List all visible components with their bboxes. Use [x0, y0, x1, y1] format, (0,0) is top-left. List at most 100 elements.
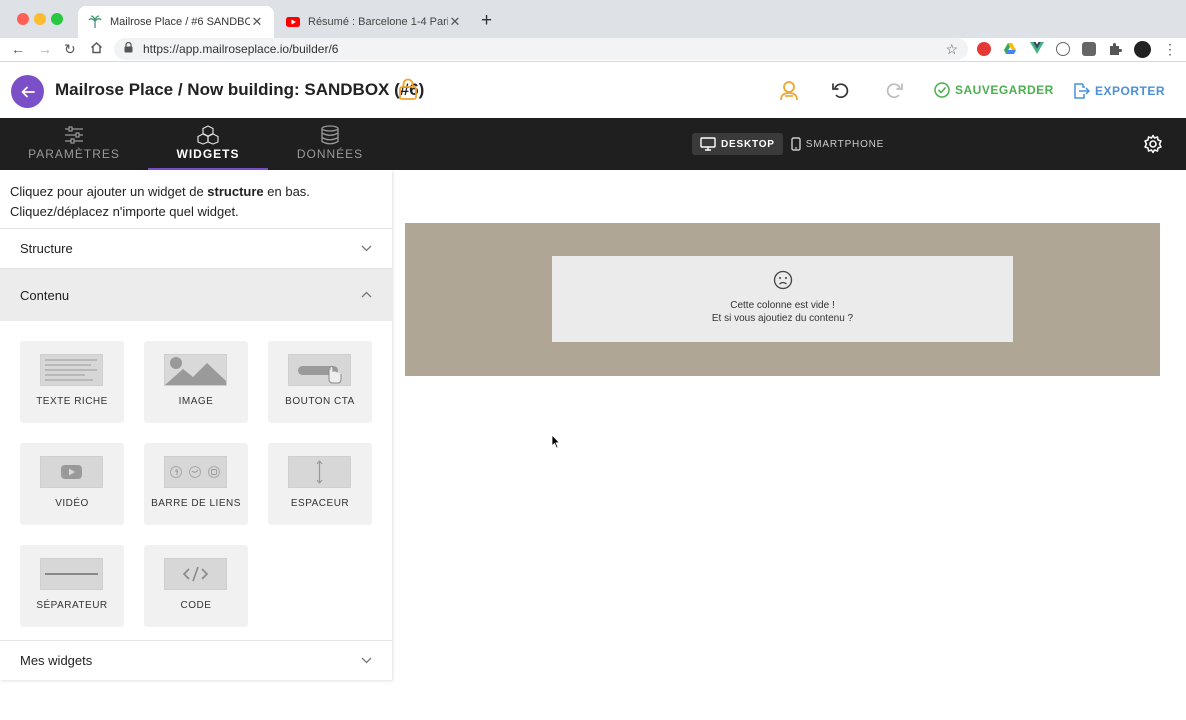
export-file-icon — [1074, 83, 1090, 99]
tab-title: Résumé : Barcelone 1-4 Paris S — [308, 16, 448, 28]
widget-label: BOUTON CTA — [285, 396, 355, 407]
redo-icon[interactable] — [885, 82, 903, 104]
widget-label: ESPACEUR — [290, 498, 350, 509]
empty-column[interactable]: Cette colonne est vide ! Et si vous ajou… — [552, 256, 1013, 342]
video-thumbnail-icon — [40, 456, 103, 488]
sad-face-icon — [552, 270, 1013, 294]
forward-arrow-icon[interactable]: → — [38, 41, 52, 57]
padlock-icon[interactable] — [398, 78, 418, 105]
mouse-pointer-icon — [551, 434, 561, 454]
tab-donnees[interactable]: DONNÉES — [270, 118, 390, 170]
lock-icon — [124, 41, 136, 56]
widget-code[interactable]: CODE — [144, 545, 248, 626]
accordion-label: Structure — [20, 241, 73, 256]
widget-label: BARRE DE LIENS — [151, 498, 241, 509]
collaborator-icon[interactable] — [779, 79, 799, 106]
back-button[interactable] — [11, 75, 44, 108]
social-links-thumbnail-icon — [164, 456, 227, 488]
sliders-icon — [14, 125, 134, 145]
app-header: Mailrose Place / Now building: SANDBOX (… — [0, 62, 1186, 118]
monitor-icon — [700, 137, 716, 151]
browser-tab-mailrose[interactable]: Mailrose Place / #6 SANDBOX ✕ — [78, 6, 274, 38]
chevron-down-icon — [361, 243, 372, 255]
tab-label: DONNÉES — [296, 147, 364, 161]
tab-parametres[interactable]: PARAMÈTRES — [14, 118, 134, 170]
database-icon — [270, 125, 390, 145]
save-button[interactable]: SAUVEGARDER — [934, 82, 1054, 98]
page-title: Mailrose Place / Now building: SANDBOX (… — [55, 80, 425, 99]
separator-thumbnail-icon — [40, 558, 103, 590]
back-arrow-icon[interactable]: ← — [11, 41, 25, 57]
extension-box-icon[interactable] — [1082, 42, 1096, 56]
cta-button-thumbnail-icon — [288, 354, 351, 386]
puzzle-extensions-icon[interactable] — [1108, 42, 1122, 56]
rich-text-thumbnail-icon — [40, 354, 103, 386]
widget-barre-de-liens[interactable]: BARRE DE LIENS — [144, 443, 248, 524]
maximize-window-button[interactable] — [51, 13, 63, 25]
code-thumbnail-icon — [164, 558, 227, 590]
desktop-button[interactable]: DESKTOP — [692, 133, 783, 155]
chevron-down-icon — [361, 655, 372, 667]
export-button[interactable]: EXPORTER — [1072, 82, 1165, 100]
minimize-window-button[interactable] — [34, 13, 46, 25]
close-tab-icon[interactable]: ✕ — [448, 14, 462, 30]
gear-icon[interactable] — [1143, 134, 1163, 159]
widget-label: SÉPARATEUR — [36, 600, 108, 611]
url-text: https://app.mailroseplace.io/builder/6 — [143, 42, 339, 56]
close-window-button[interactable] — [17, 13, 29, 25]
widget-label: TEXTE RICHE — [36, 396, 108, 407]
accordion-contenu[interactable]: Contenu — [0, 269, 392, 321]
widget-video[interactable]: VIDÉO — [20, 443, 124, 524]
bookmark-star-icon[interactable]: ☆ — [945, 41, 958, 58]
smartphone-icon — [791, 137, 801, 151]
widget-image[interactable]: IMAGE — [144, 341, 248, 422]
undo-icon[interactable] — [832, 82, 850, 104]
instruction-line-2: Cliquez/déplacez n'importe quel widget. — [10, 204, 239, 219]
cubes-icon — [148, 125, 268, 145]
widget-separateur[interactable]: SÉPARATEUR — [20, 545, 124, 626]
home-icon[interactable] — [90, 41, 103, 57]
widget-espaceur[interactable]: ESPACEUR — [268, 443, 372, 524]
chevron-up-icon — [361, 289, 372, 301]
widget-label: CODE — [180, 600, 212, 611]
image-thumbnail-icon — [164, 354, 227, 386]
smartphone-button[interactable]: SMARTPHONE — [783, 133, 892, 155]
profile-avatar[interactable] — [1134, 41, 1151, 58]
tab-label: WIDGETS — [176, 147, 240, 161]
url-field[interactable]: https://app.mailroseplace.io/builder/6 ☆ — [114, 38, 968, 60]
browser-tab-bar: Mailrose Place / #6 SANDBOX ✕ Résumé : B… — [0, 0, 1186, 38]
save-label: SAUVEGARDER — [955, 83, 1054, 97]
google-drive-extension-icon[interactable] — [1003, 42, 1017, 56]
tab-widgets[interactable]: WIDGETS — [148, 118, 268, 170]
accordion-mes-widgets[interactable]: Mes widgets — [0, 640, 392, 680]
browser-tab-youtube[interactable]: Résumé : Barcelone 1-4 Paris S ✕ — [276, 6, 472, 38]
extension-circle-icon[interactable] — [1056, 42, 1070, 56]
adblock-extension-icon[interactable] — [977, 42, 991, 56]
accordion-structure[interactable]: Structure — [0, 228, 392, 269]
tab-title: Mailrose Place / #6 SANDBOX — [110, 16, 250, 28]
youtube-favicon-icon — [286, 15, 300, 29]
panel-instructions: Cliquez pour ajouter un widget de struct… — [10, 182, 310, 222]
tab-label: PARAMÈTRES — [28, 147, 120, 161]
browser-menu-icon[interactable]: ⋮ — [1163, 41, 1177, 58]
instruction-line-1: Cliquez pour ajouter un widget de struct… — [10, 184, 310, 199]
smartphone-label: SMARTPHONE — [805, 138, 885, 150]
empty-column-message-1: Cette colonne est vide ! — [730, 300, 835, 311]
accordion-label: Mes widgets — [20, 653, 93, 668]
palm-favicon-icon — [88, 15, 102, 29]
export-label: EXPORTER — [1095, 84, 1166, 98]
vue-extension-icon[interactable] — [1030, 42, 1044, 56]
close-tab-icon[interactable]: ✕ — [250, 14, 264, 30]
reload-icon[interactable]: ↻ — [64, 41, 76, 58]
accordion-label: Contenu — [20, 287, 70, 303]
new-tab-icon[interactable]: + — [481, 10, 492, 32]
address-bar-row: ← → ↻ https://app.mailroseplace.io/build… — [0, 38, 1186, 62]
builder-toolbar: PARAMÈTRES WIDGETS DONNÉES — [0, 118, 1186, 170]
widget-label: VIDÉO — [55, 498, 89, 509]
spacer-thumbnail-icon — [288, 456, 351, 488]
empty-column-message-2: Et si vous ajoutiez du contenu ? — [711, 313, 854, 324]
widget-texte-riche[interactable]: TEXTE RICHE — [20, 341, 124, 422]
widget-label: IMAGE — [178, 396, 214, 407]
desktop-label: DESKTOP — [721, 138, 775, 150]
widget-bouton-cta[interactable]: BOUTON CTA — [268, 341, 372, 422]
